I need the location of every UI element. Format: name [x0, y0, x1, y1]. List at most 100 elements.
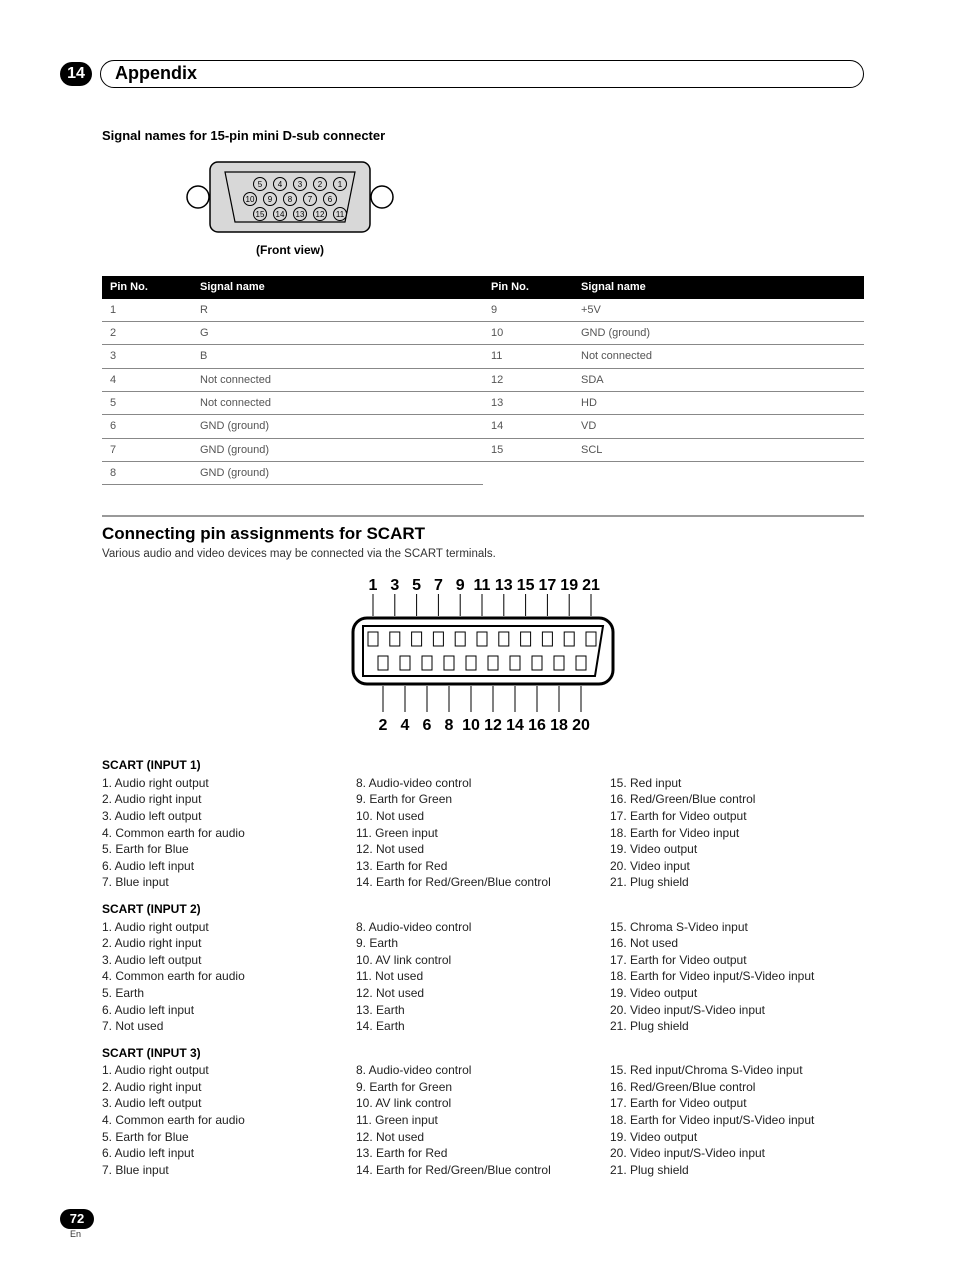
list-item: 5. Earth for Blue	[102, 1130, 356, 1146]
svg-text:11: 11	[474, 577, 491, 594]
list-item: 21. Plug shield	[610, 875, 864, 891]
cell-pin: 12	[491, 373, 581, 387]
list-item: 4. Common earth for audio	[102, 1113, 356, 1129]
cell-pin: 1	[110, 303, 200, 317]
list-item: 8. Audio-video control	[356, 776, 610, 792]
svg-text:17: 17	[539, 577, 557, 594]
scart-description: Various audio and video devices may be c…	[102, 547, 864, 562]
dsub-pin-table: Pin No.Signal name 1R2G3B4Not connected5…	[102, 276, 864, 485]
cell-signal: GND (ground)	[200, 443, 269, 457]
svg-text:12: 12	[316, 210, 325, 219]
section-divider	[102, 515, 864, 517]
svg-text:10: 10	[462, 717, 480, 734]
list-item: 10. AV link control	[356, 953, 610, 969]
table-header-pin: Pin No.	[110, 280, 200, 294]
list-item: 2. Audio right input	[102, 792, 356, 808]
list-item: 3. Audio left output	[102, 1096, 356, 1112]
table-row: 7GND (ground)	[102, 439, 483, 462]
scart-pin-columns: 1. Audio right output2. Audio right inpu…	[102, 920, 864, 1036]
list-item: 11. Not used	[356, 969, 610, 985]
list-item: 20. Video input/S-Video input	[610, 1146, 864, 1162]
list-item: 8. Audio-video control	[356, 920, 610, 936]
scart-column: 1. Audio right output2. Audio right inpu…	[102, 1063, 356, 1179]
list-item: 17. Earth for Video output	[610, 809, 864, 825]
list-item: 3. Audio left output	[102, 809, 356, 825]
svg-text:11: 11	[336, 210, 345, 219]
cell-signal: +5V	[581, 303, 601, 317]
svg-text:21: 21	[582, 577, 600, 594]
chapter-number-badge: 14	[60, 62, 92, 86]
table-row: 2G	[102, 322, 483, 345]
cell-signal: SCL	[581, 443, 602, 457]
list-item: 19. Video output	[610, 1130, 864, 1146]
svg-text:3: 3	[390, 577, 399, 594]
svg-text:10: 10	[246, 195, 255, 204]
cell-signal: GND (ground)	[200, 419, 269, 433]
cell-signal: GND (ground)	[581, 326, 650, 340]
dsub-figure-caption: (Front view)	[256, 243, 324, 259]
cell-pin: 10	[491, 326, 581, 340]
list-item: 17. Earth for Video output	[610, 1096, 864, 1112]
list-item: 18. Earth for Video input/S-Video input	[610, 1113, 864, 1129]
list-item: 20. Video input/S-Video input	[610, 1003, 864, 1019]
svg-text:16: 16	[528, 717, 546, 734]
scart-group-title: SCART (INPUT 1)	[102, 758, 864, 774]
scart-heading: Connecting pin assignments for SCART	[102, 523, 864, 545]
svg-text:8: 8	[288, 195, 293, 204]
page-footer: 72 En	[60, 1209, 864, 1241]
page-language: En	[70, 1229, 864, 1241]
table-row: 13HD	[483, 392, 864, 415]
cell-pin: 8	[110, 466, 200, 480]
cell-pin: 14	[491, 419, 581, 433]
cell-pin: 4	[110, 373, 200, 387]
table-row: 9+5V	[483, 299, 864, 322]
cell-signal: Not connected	[581, 349, 652, 363]
list-item: 6. Audio left input	[102, 859, 356, 875]
svg-text:12: 12	[484, 717, 502, 734]
list-item: 19. Video output	[610, 842, 864, 858]
scart-column: 8. Audio-video control9. Earth for Green…	[356, 776, 610, 892]
cell-pin: 9	[491, 303, 581, 317]
list-item: 3. Audio left output	[102, 953, 356, 969]
cell-signal: R	[200, 303, 208, 317]
list-item: 15. Red input/Chroma S-Video input	[610, 1063, 864, 1079]
table-row: 1R	[102, 299, 483, 322]
scart-column: 15. Red input16. Red/Green/Blue control1…	[610, 776, 864, 892]
svg-text:20: 20	[572, 717, 590, 734]
svg-text:5: 5	[412, 577, 421, 594]
table-header-signal: Signal name	[200, 280, 265, 294]
list-item: 9. Earth for Green	[356, 1080, 610, 1096]
svg-text:5: 5	[258, 180, 263, 189]
dsub-connector-icon: 1 2 3 4 5 6 7 8 9 10 11 12 13 14 15	[180, 157, 400, 237]
scart-column: 15. Chroma S-Video input16. Not used17. …	[610, 920, 864, 1036]
scart-figure: 13579111315171921 2468101214161820	[102, 570, 864, 740]
table-row: 12SDA	[483, 369, 864, 392]
table-header-signal: Signal name	[581, 280, 646, 294]
scart-column: 15. Red input/Chroma S-Video input16. Re…	[610, 1063, 864, 1179]
list-item: 2. Audio right input	[102, 936, 356, 952]
table-header-pin: Pin No.	[491, 280, 581, 294]
scart-connector-icon: 13579111315171921 2468101214161820	[333, 570, 633, 740]
svg-text:14: 14	[276, 210, 285, 219]
cell-pin: 15	[491, 443, 581, 457]
list-item: 7. Blue input	[102, 1163, 356, 1179]
svg-text:1: 1	[369, 577, 378, 594]
scart-group-title: SCART (INPUT 3)	[102, 1046, 864, 1062]
list-item: 10. Not used	[356, 809, 610, 825]
dsub-section-title: Signal names for 15-pin mini D-sub conne…	[60, 128, 864, 145]
table-row: 10GND (ground)	[483, 322, 864, 345]
list-item: 18. Earth for Video input	[610, 826, 864, 842]
svg-text:7: 7	[308, 195, 313, 204]
svg-text:4: 4	[401, 717, 410, 734]
list-item: 16. Not used	[610, 936, 864, 952]
cell-pin: 11	[491, 349, 581, 363]
scart-pin-columns: 1. Audio right output2. Audio right inpu…	[102, 1063, 864, 1179]
svg-text:2: 2	[379, 717, 388, 734]
svg-text:1: 1	[338, 180, 343, 189]
list-item: 14. Earth for Red/Green/Blue control	[356, 875, 610, 891]
svg-text:6: 6	[328, 195, 333, 204]
table-row: 3B	[102, 345, 483, 368]
list-item: 9. Earth	[356, 936, 610, 952]
cell-signal: VD	[581, 419, 596, 433]
svg-text:15: 15	[517, 577, 535, 594]
